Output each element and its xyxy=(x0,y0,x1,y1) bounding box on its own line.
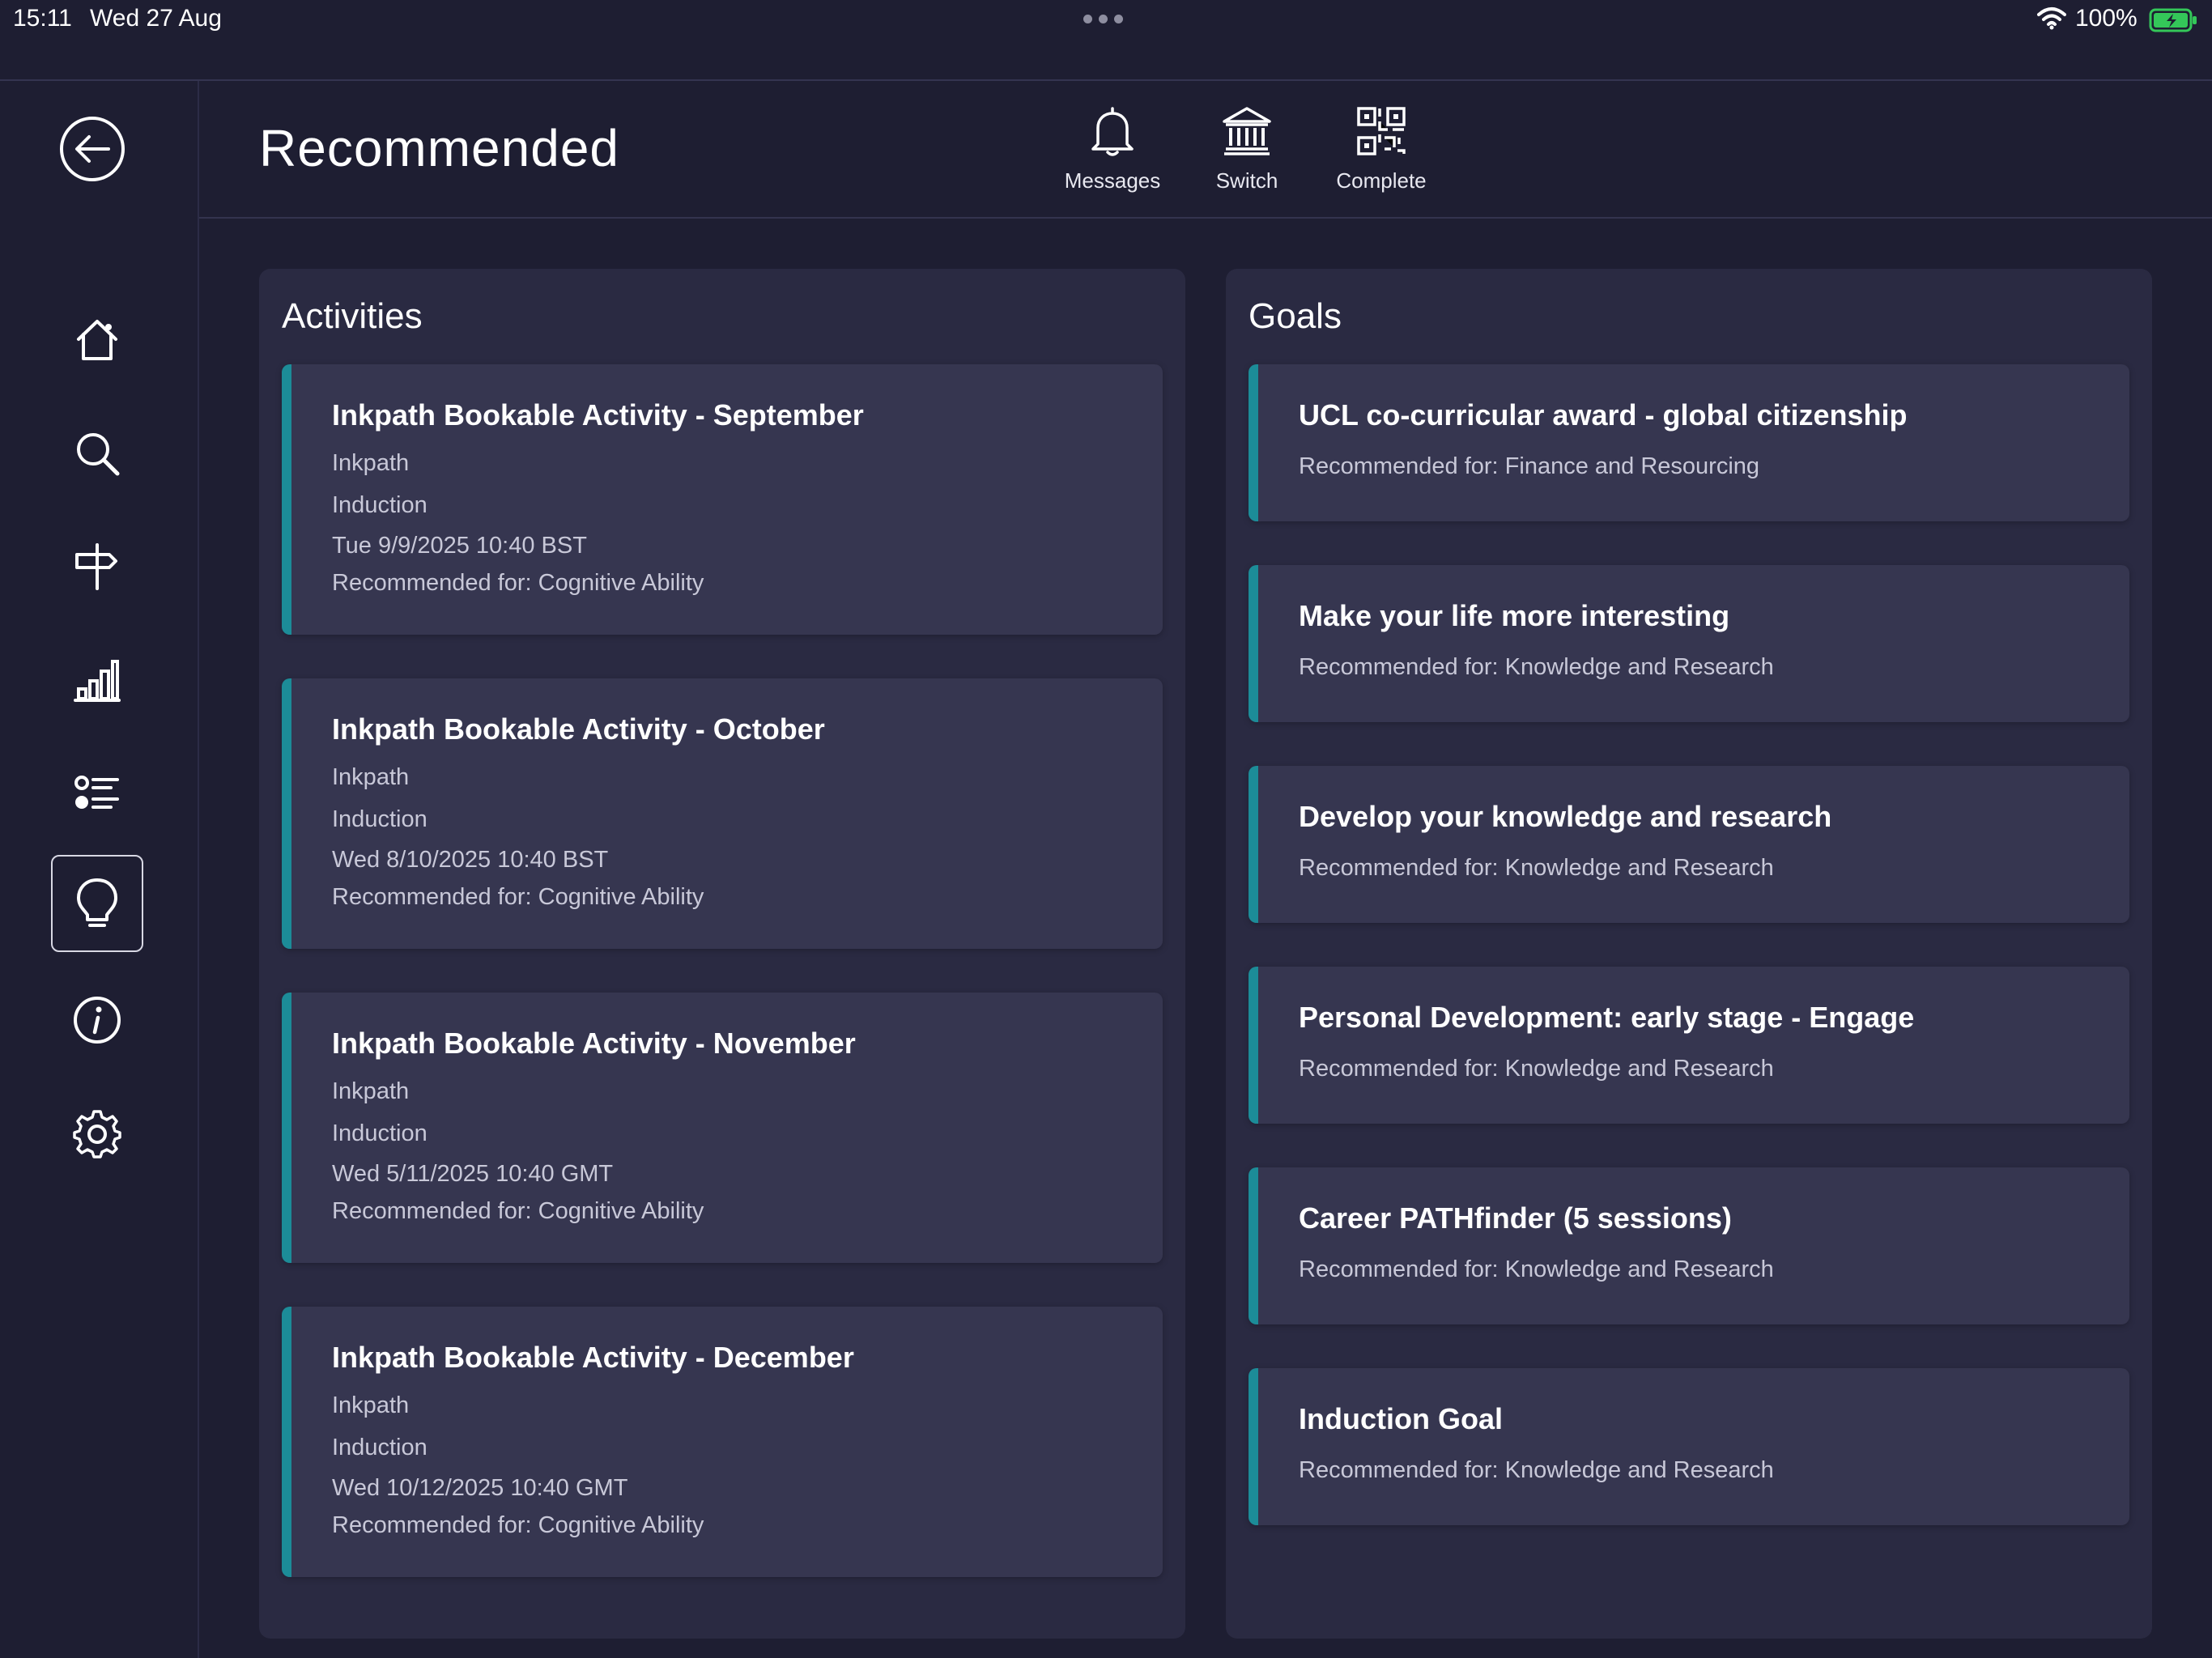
switch-label: Switch xyxy=(1215,168,1278,193)
activity-recommended: Recommended for: Cognitive Ability xyxy=(332,1512,704,1538)
card-accent xyxy=(1249,1167,1258,1324)
activity-card[interactable]: Inkpath Bookable Activity - September In… xyxy=(282,364,1163,635)
activity-datetime: Wed 10/12/2025 10:40 GMT xyxy=(332,1475,628,1501)
activity-datetime: Wed 5/11/2025 10:40 GMT xyxy=(332,1161,614,1187)
goal-card[interactable]: UCL co-curricular award - global citizen… xyxy=(1249,364,2129,521)
back-arrow-icon xyxy=(60,117,125,181)
activity-provider: Inkpath xyxy=(332,1392,410,1418)
card-accent xyxy=(282,1307,291,1577)
status-bar: 15:11 Wed 27 Aug 100% xyxy=(0,0,2212,45)
card-accent xyxy=(1249,364,1258,521)
settings-icon xyxy=(73,1110,121,1158)
goal-recommended: Recommended for: Knowledge and Research xyxy=(1299,1256,1774,1282)
sidebar-item-pathways[interactable] xyxy=(51,518,143,615)
page-header: Recommended Messages Switch Complete xyxy=(199,81,2212,219)
goal-title: Induction Goal xyxy=(1299,1402,1503,1435)
institution-icon xyxy=(1223,107,1271,155)
battery-percentage: 100% xyxy=(2075,5,2138,32)
card-accent xyxy=(282,678,291,949)
messages-label: Messages xyxy=(1064,168,1161,193)
goal-title: Personal Development: early stage - Enga… xyxy=(1299,1001,1915,1034)
card-accent xyxy=(1249,766,1258,923)
activity-card[interactable]: Inkpath Bookable Activity - December Ink… xyxy=(282,1307,1163,1577)
goal-card[interactable]: Personal Development: early stage - Enga… xyxy=(1249,967,2129,1124)
activity-datetime: Wed 8/10/2025 10:40 BST xyxy=(332,847,609,873)
search-icon xyxy=(77,433,120,476)
activities-title: Activities xyxy=(282,296,423,336)
goal-recommended: Recommended for: Knowledge and Research xyxy=(1299,855,1774,881)
goal-card[interactable]: Career PATHfinder (5 sessions) Recommend… xyxy=(1249,1167,2129,1324)
goal-card[interactable]: Induction Goal Recommended for: Knowledg… xyxy=(1249,1368,2129,1525)
status-time: 15:11 xyxy=(13,5,72,32)
complete-label: Complete xyxy=(1336,168,1427,193)
goal-recommended: Recommended for: Knowledge and Research xyxy=(1299,1056,1774,1082)
goals-title: Goals xyxy=(1249,296,1342,336)
goal-card[interactable]: Make your life more interesting Recommen… xyxy=(1249,565,2129,722)
activity-provider: Inkpath xyxy=(332,450,410,476)
activity-category: Induction xyxy=(332,1435,428,1460)
activity-title: Inkpath Bookable Activity - October xyxy=(332,712,825,746)
goals-panel: Goals UCL co-curricular award - global c… xyxy=(1226,269,2152,1639)
bar-chart-icon xyxy=(74,660,121,702)
complete-button[interactable]: Complete xyxy=(1317,105,1446,193)
sidebar-item-settings[interactable] xyxy=(51,1085,143,1182)
activity-card[interactable]: Inkpath Bookable Activity - October Inkp… xyxy=(282,678,1163,949)
sidebar-item-progress[interactable] xyxy=(51,631,143,729)
home-icon xyxy=(77,320,117,360)
activity-title: Inkpath Bookable Activity - September xyxy=(332,398,864,432)
activity-recommended: Recommended for: Cognitive Ability xyxy=(332,570,704,596)
activity-provider: Inkpath xyxy=(332,1078,410,1104)
goal-recommended: Recommended for: Finance and Resourcing xyxy=(1299,453,1760,479)
activity-recommended: Recommended for: Cognitive Ability xyxy=(332,1198,704,1224)
info-icon xyxy=(74,997,121,1044)
activity-category: Induction xyxy=(332,806,428,832)
card-accent xyxy=(282,993,291,1263)
goal-title: UCL co-curricular award - global citizen… xyxy=(1299,398,1908,432)
card-accent xyxy=(1249,1368,1258,1525)
activity-category: Induction xyxy=(332,1120,428,1146)
activity-provider: Inkpath xyxy=(332,764,410,790)
list-icon xyxy=(74,776,119,809)
battery-icon xyxy=(2149,8,2197,32)
bell-icon xyxy=(1091,107,1134,156)
goal-title: Career PATHfinder (5 sessions) xyxy=(1299,1201,1732,1235)
goal-title: Develop your knowledge and research xyxy=(1299,800,1832,833)
goal-card[interactable]: Develop your knowledge and research Reco… xyxy=(1249,766,2129,923)
qr-code-icon xyxy=(1357,107,1406,155)
status-date: Wed 27 Aug xyxy=(90,5,222,32)
switch-button[interactable]: Switch xyxy=(1182,105,1312,193)
wifi-icon xyxy=(2037,7,2066,30)
activity-category: Induction xyxy=(332,492,428,518)
back-button[interactable] xyxy=(58,115,126,187)
signpost-icon xyxy=(75,543,117,590)
goal-recommended: Recommended for: Knowledge and Research xyxy=(1299,1457,1774,1483)
activities-panel: Activities Inkpath Bookable Activity - S… xyxy=(259,269,1185,1639)
sidebar-item-recommended[interactable] xyxy=(51,855,143,952)
activity-card[interactable]: Inkpath Bookable Activity - November Ink… xyxy=(282,993,1163,1263)
messages-button[interactable]: Messages xyxy=(1048,105,1177,193)
activity-datetime: Tue 9/9/2025 10:40 BST xyxy=(332,533,587,559)
activity-recommended: Recommended for: Cognitive Ability xyxy=(332,884,704,910)
sidebar-item-info[interactable] xyxy=(51,971,143,1069)
page-title: Recommended xyxy=(259,119,619,177)
card-accent xyxy=(1249,967,1258,1124)
lightbulb-icon xyxy=(77,878,117,927)
activity-title: Inkpath Bookable Activity - December xyxy=(332,1341,854,1374)
sidebar xyxy=(0,81,199,1658)
goal-title: Make your life more interesting xyxy=(1299,599,1730,632)
card-accent xyxy=(1249,565,1258,722)
sidebar-item-search[interactable] xyxy=(51,405,143,502)
goal-recommended: Recommended for: Knowledge and Research xyxy=(1299,654,1774,680)
activity-title: Inkpath Bookable Activity - November xyxy=(332,1027,856,1060)
sidebar-item-home[interactable] xyxy=(51,291,143,389)
card-accent xyxy=(282,364,291,635)
sidebar-item-list[interactable] xyxy=(51,745,143,842)
multitasking-dots-icon[interactable] xyxy=(1083,15,1123,23)
